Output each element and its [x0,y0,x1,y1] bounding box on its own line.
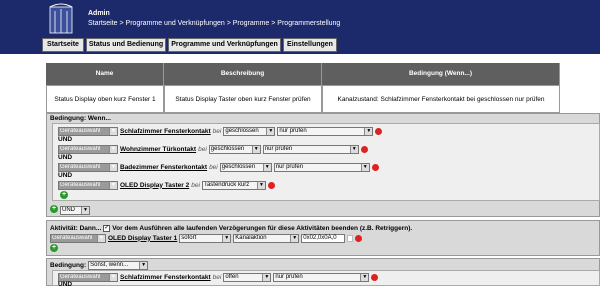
und-label: UND [58,281,73,288]
bei-label: bei [209,163,218,171]
app-header: Admin Startseite > Programme und Verknüp… [0,0,600,38]
timing-select[interactable]: sofort ▼ [179,233,232,243]
und-label: UND [58,154,73,161]
nav-programme[interactable]: Programme und Verknüpfungen [168,38,281,52]
stop-delays-checkbox[interactable]: ✓ [103,224,111,232]
table-header-condition: Bedingung (Wenn...) [322,63,560,85]
else-row: Geräteauswahl ▼ Schlafzimmer Fensterkonta… [58,272,379,282]
delete-icon[interactable] [360,145,368,153]
state-select[interactable]: offen ▼ [223,272,272,282]
device-name-link[interactable]: Wohnzimmer Türkontakt [120,146,196,153]
action-select[interactable]: Kanalaktion ▼ [233,233,300,243]
else-select[interactable]: Sonst, wenn... ▼ [88,260,149,270]
device-select[interactable]: Geräteauswahl ▼ [50,233,106,243]
device-name-link[interactable]: Schlafzimmer Fensterkontakt [120,128,211,135]
table-cell-description[interactable]: Status Display Taster oben kurz Fenster … [164,85,322,113]
delete-icon[interactable] [371,273,379,281]
condition-row-1: Geräteauswahl ▼ Schlafzimmer Fensterkonta… [58,126,383,136]
und-label: UND [58,136,73,143]
activity-row: Geräteauswahl ▼ OLED Display Taster 1 sof… [50,233,363,243]
state-select[interactable]: geschlossen ▼ [223,126,276,136]
check-select[interactable]: nur prüfen ▼ [277,126,374,136]
condition-row-3: Geräteauswahl ▼ Badezimmer Fensterkontakt… [58,162,379,172]
check-select[interactable]: nur prüfen ▼ [273,162,370,172]
value-input[interactable]: 0x02,0x0A,0 [301,233,346,243]
check-select[interactable]: nur prüfen ▼ [273,272,370,282]
add-icon[interactable]: + [60,191,68,199]
stop-delays-label: Vor dem Ausführen alle laufenden Verzöge… [112,224,413,232]
und-label: UND [58,172,73,179]
add-icon[interactable]: + [50,205,58,213]
bei-label: bei [212,273,222,281]
device-select[interactable]: Geräteauswahl ▼ [58,144,118,154]
activity-header: Aktivität: Dann... ✓ Vor dem Ausführen a… [50,223,412,233]
table-header-name: Name [46,63,164,85]
logo-icon [49,3,73,34]
delete-icon[interactable] [375,127,383,135]
bei-label: bei [212,127,222,135]
delete-icon[interactable] [267,181,275,189]
condition-row-4: Geräteauswahl ▼ OLED Display Taster 2 bei… [58,180,275,190]
device-name-link[interactable]: Schlafzimmer Fensterkontakt [120,274,211,281]
device-select[interactable]: Geräteauswahl ▼ [58,162,118,172]
state-select[interactable]: geschlossen ▼ [208,144,261,154]
bei-label: bei [198,145,207,153]
device-name-link[interactable]: OLED Display Taster 1 [108,235,177,242]
add-icon[interactable]: + [50,244,58,252]
delete-icon[interactable] [355,234,363,242]
device-select[interactable]: Geräteauswahl ▼ [58,126,118,136]
condition-title: Bedingung: Wenn... [50,115,111,122]
delete-icon[interactable] [371,163,379,171]
condition-row-2: Geräteauswahl ▼ Wohnzimmer Türkontakt bei… [58,144,368,154]
else-header: Bedingung: Sonst, wenn... ▼ [50,260,149,270]
user-name: Admin [88,10,110,17]
state-select[interactable]: geschlossen ▼ [219,162,272,172]
device-select[interactable]: Geräteauswahl ▼ [58,180,118,190]
nav-startseite[interactable]: Startseite [42,38,84,52]
else-title: Bedingung: [50,261,87,269]
nav-einstellungen[interactable]: Einstellungen [283,38,337,52]
table-cell-name[interactable]: Status Display oben kurz Fenster 1 [46,85,164,113]
bei-label: bei [191,181,200,189]
table-header-description: Beschreibung [164,63,322,85]
device-name-link[interactable]: Badezimmer Fensterkontakt [120,164,207,171]
edit-icon[interactable] [347,234,354,242]
state-select[interactable]: Tastendruck kurz ▼ [201,180,266,190]
breadcrumb: Startseite > Programme und Verknüpfungen… [88,20,341,27]
table-cell-condition: Kanalzustand: Schlafzimmer Fensterkontak… [322,85,560,113]
activity-title: Aktivität: Dann... [50,224,102,232]
operator-select[interactable]: UND ▼ [60,206,90,215]
check-select[interactable]: nur prüfen ▼ [262,144,359,154]
nav-status-bedienung[interactable]: Status und Bedienung [86,38,166,52]
device-name-link[interactable]: OLED Display Taster 2 [120,182,189,189]
